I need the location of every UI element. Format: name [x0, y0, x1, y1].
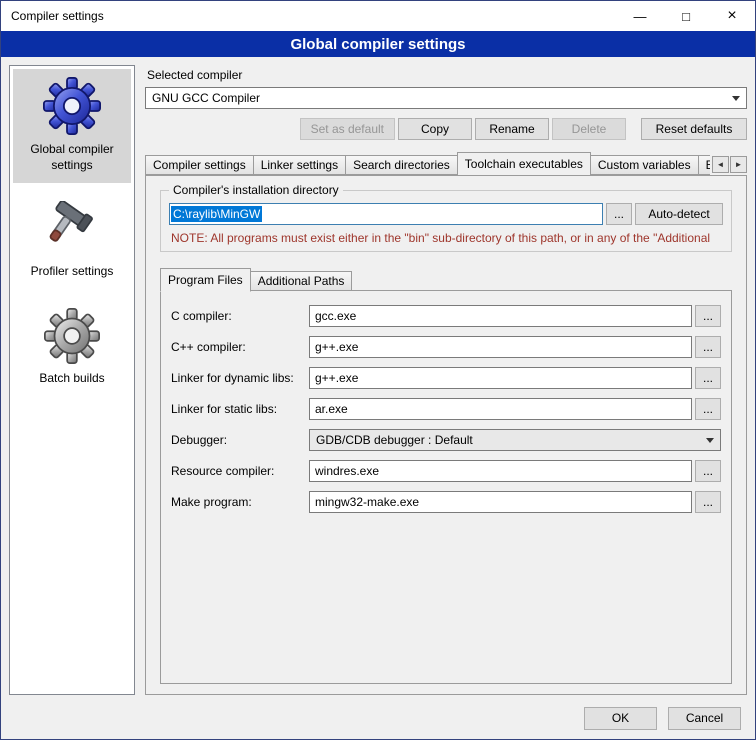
reset-defaults-button[interactable]: Reset defaults: [641, 118, 747, 140]
minimize-button[interactable]: —: [617, 1, 663, 31]
resource-compiler-input[interactable]: [309, 460, 692, 482]
dialog-body: Global compiler settings Profiler settin…: [1, 57, 755, 697]
tab-custom-variables[interactable]: Custom variables: [590, 155, 699, 175]
tab-scroll-right-icon: ►: [735, 160, 743, 169]
debugger-select[interactable]: GDB/CDB debugger : Default: [309, 429, 721, 451]
compiler-settings-window: Compiler settings — □ × Global compiler …: [0, 0, 756, 740]
cpp-compiler-label: C++ compiler:: [171, 340, 309, 354]
dynamic-linker-browse-button[interactable]: ...: [695, 367, 721, 389]
installation-directory-browse-button[interactable]: ...: [606, 203, 632, 225]
tab-linker-settings[interactable]: Linker settings: [253, 155, 346, 175]
make-program-label: Make program:: [171, 495, 309, 509]
chevron-down-icon: [732, 96, 740, 101]
tab-scroll-left-icon: ◄: [717, 160, 725, 169]
bin-subdirectory-note: NOTE: All programs must exist either in …: [171, 231, 723, 245]
titlebar[interactable]: Compiler settings — □ ×: [1, 1, 755, 31]
debugger-row: Debugger: GDB/CDB debugger : Default: [171, 429, 721, 451]
installation-directory-input[interactable]: C:\raylib\MinGW: [169, 203, 603, 225]
global-compiler-gear-icon: [43, 77, 101, 135]
c-compiler-row: C compiler: ...: [171, 305, 721, 327]
batch-builds-gear-icon: [44, 308, 100, 364]
tab-toolchain-executables[interactable]: Toolchain executables: [457, 152, 591, 175]
tab-additional-paths[interactable]: Additional Paths: [250, 271, 353, 291]
compiler-actions-row: Set as default Copy Rename Delete Reset …: [145, 118, 747, 140]
ok-button[interactable]: OK: [584, 707, 657, 730]
program-files-panel: C compiler: ... C++ compiler: ... Linker…: [160, 290, 732, 684]
static-linker-row: Linker for static libs: ...: [171, 398, 721, 420]
copy-button[interactable]: Copy: [398, 118, 472, 140]
dynamic-linker-input[interactable]: [309, 367, 692, 389]
c-compiler-label: C compiler:: [171, 309, 309, 323]
cpp-compiler-browse-button[interactable]: ...: [695, 336, 721, 358]
cpp-compiler-input[interactable]: [309, 336, 692, 358]
selected-compiler-value: GNU GCC Compiler: [152, 91, 260, 105]
set-as-default-button[interactable]: Set as default: [300, 118, 395, 140]
tab-strip: Compiler settings Linker settings Search…: [145, 152, 710, 175]
dynamic-linker-row: Linker for dynamic libs: ...: [171, 367, 721, 389]
static-linker-label: Linker for static libs:: [171, 402, 309, 416]
cpp-compiler-row: C++ compiler: ...: [171, 336, 721, 358]
installation-directory-value: C:\raylib\MinGW: [171, 206, 262, 222]
selected-compiler-select[interactable]: GNU GCC Compiler: [145, 87, 747, 109]
resource-compiler-row: Resource compiler: ...: [171, 460, 721, 482]
tab-search-directories[interactable]: Search directories: [345, 155, 458, 175]
toolchain-executables-panel: Compiler's installation directory C:\ray…: [145, 175, 747, 695]
sidebar-item-batch-builds[interactable]: Batch builds: [13, 300, 131, 397]
make-program-input[interactable]: [309, 491, 692, 513]
minimize-icon: —: [634, 9, 647, 24]
rename-button[interactable]: Rename: [475, 118, 549, 140]
resource-compiler-label: Resource compiler:: [171, 464, 309, 478]
tab-scroll-left-button[interactable]: ◄: [712, 156, 729, 173]
installation-directory-group-title: Compiler's installation directory: [169, 183, 343, 197]
tab-build-options[interactable]: Build: [698, 155, 710, 175]
resource-compiler-browse-button[interactable]: ...: [695, 460, 721, 482]
delete-button[interactable]: Delete: [552, 118, 626, 140]
sidebar-item-global-compiler-settings[interactable]: Global compiler settings: [13, 69, 131, 183]
static-linker-input[interactable]: [309, 398, 692, 420]
make-program-row: Make program: ...: [171, 491, 721, 513]
settings-category-sidebar: Global compiler settings Profiler settin…: [9, 65, 135, 695]
tab-compiler-settings[interactable]: Compiler settings: [145, 155, 254, 175]
program-files-tab-bar: Program Files Additional Paths: [160, 268, 732, 291]
close-button[interactable]: ×: [709, 1, 755, 31]
main-panel: Selected compiler GNU GCC Compiler Set a…: [145, 65, 747, 695]
sidebar-item-label: Global compiler settings: [15, 142, 129, 173]
debugger-value: GDB/CDB debugger : Default: [316, 433, 473, 447]
c-compiler-browse-button[interactable]: ...: [695, 305, 721, 327]
debugger-label: Debugger:: [171, 433, 309, 447]
make-program-browse-button[interactable]: ...: [695, 491, 721, 513]
sidebar-item-profiler-settings[interactable]: Profiler settings: [13, 193, 131, 290]
dynamic-linker-label: Linker for dynamic libs:: [171, 371, 309, 385]
cancel-button[interactable]: Cancel: [668, 707, 741, 730]
dialog-footer: OK Cancel: [1, 697, 755, 739]
dialog-header-title: Global compiler settings: [1, 31, 755, 57]
tab-program-files[interactable]: Program Files: [160, 268, 251, 292]
c-compiler-input[interactable]: [309, 305, 692, 327]
close-icon: ×: [727, 7, 736, 25]
installation-directory-row: C:\raylib\MinGW ... Auto-detect: [169, 203, 723, 225]
settings-tab-bar: Compiler settings Linker settings Search…: [145, 152, 747, 175]
tab-scroll-right-button[interactable]: ►: [730, 156, 747, 173]
window-controls: — □ ×: [617, 1, 755, 31]
sidebar-item-label: Profiler settings: [31, 264, 114, 280]
static-linker-browse-button[interactable]: ...: [695, 398, 721, 420]
profiler-hammer-icon: [44, 201, 100, 257]
selected-compiler-label: Selected compiler: [147, 68, 747, 82]
auto-detect-button[interactable]: Auto-detect: [635, 203, 723, 225]
installation-directory-group: Compiler's installation directory C:\ray…: [160, 190, 732, 252]
tab-scroll-controls: ◄ ►: [712, 156, 747, 173]
maximize-button[interactable]: □: [663, 1, 709, 31]
sidebar-item-label: Batch builds: [39, 371, 104, 387]
chevron-down-icon: [706, 438, 714, 443]
window-title: Compiler settings: [1, 9, 104, 23]
maximize-icon: □: [682, 9, 690, 24]
